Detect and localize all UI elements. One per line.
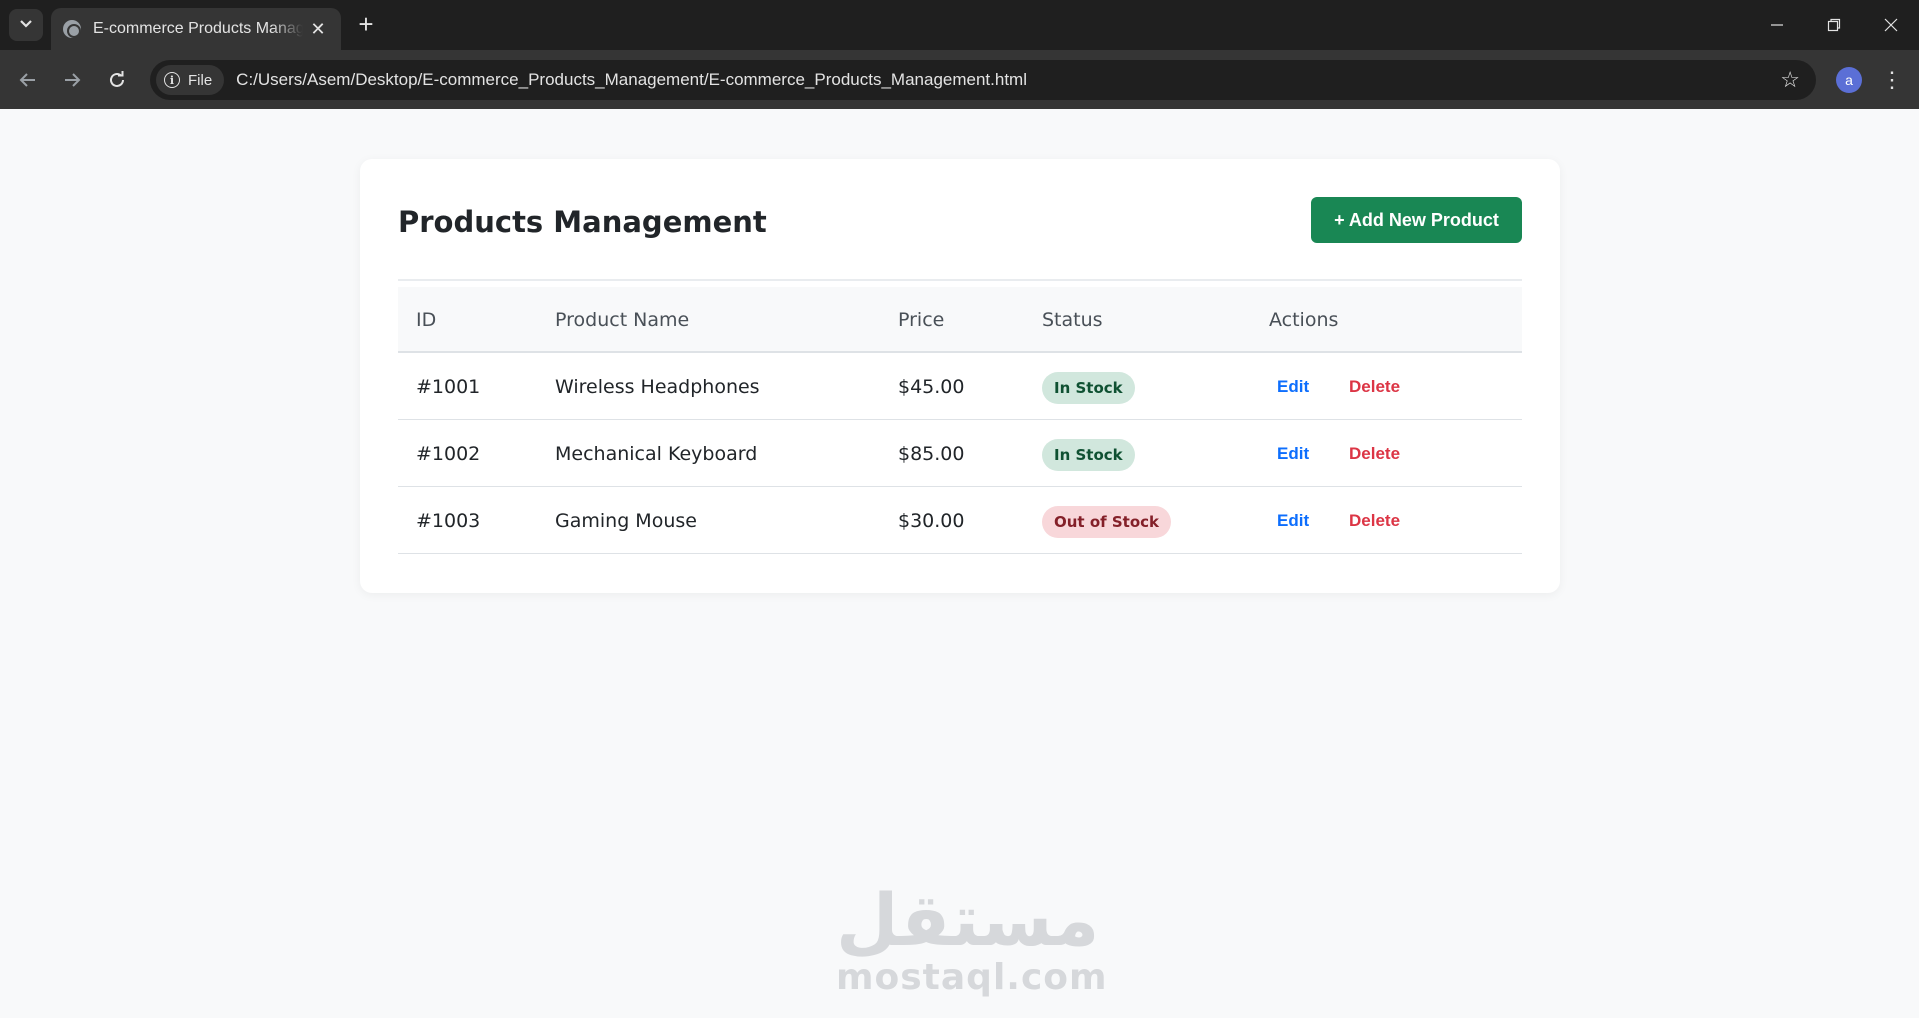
table-row: #1001 Wireless Headphones $45.00 In Stoc… (398, 353, 1522, 420)
browser-toolbar: i File C:/Users/Asem/Desktop/E-commerce_… (0, 50, 1919, 109)
add-new-product-button[interactable]: + Add New Product (1311, 197, 1522, 243)
watermark-arabic: مستقل (836, 878, 1100, 962)
product-id: #1003 (416, 510, 481, 532)
header-product-name: Product Name (555, 309, 690, 331)
edit-button[interactable]: Edit (1277, 511, 1309, 531)
header-actions: Actions (1269, 309, 1339, 331)
product-name: Gaming Mouse (555, 510, 697, 532)
page-title: Products Management (398, 205, 767, 239)
table-header-row: ID Product Name Price Status Actions (398, 287, 1522, 353)
products-table: ID Product Name Price Status Actions #10… (398, 287, 1522, 554)
browser-tab-bar: E-commerce Products Management ✕ + (0, 0, 1919, 50)
products-card: Products Management + Add New Product ID… (360, 159, 1560, 593)
delete-button[interactable]: Delete (1349, 444, 1400, 464)
plus-icon[interactable]: + (352, 11, 380, 37)
status-badge: In Stock (1042, 372, 1135, 404)
address-bar[interactable]: i File C:/Users/Asem/Desktop/E-commerce_… (150, 60, 1816, 100)
product-id: #1001 (416, 376, 481, 398)
close-window-icon[interactable] (1876, 10, 1906, 40)
kebab-menu-icon[interactable]: ⋮ (1880, 65, 1904, 95)
status-badge: In Stock (1042, 439, 1135, 471)
site-info-label: File (188, 71, 213, 89)
arrow-left-icon[interactable] (12, 64, 44, 96)
header-status: Status (1042, 309, 1103, 331)
close-icon[interactable]: ✕ (307, 19, 329, 40)
product-id: #1002 (416, 443, 481, 465)
header-id: ID (416, 309, 437, 331)
chevron-down-icon (19, 16, 33, 34)
edit-button[interactable]: Edit (1277, 377, 1309, 397)
site-info-chip[interactable]: i File (156, 65, 225, 95)
tab-title: E-commerce Products Management (93, 20, 303, 37)
restore-icon[interactable] (1819, 10, 1849, 40)
header-price: Price (898, 309, 945, 331)
globe-icon (63, 20, 81, 38)
delete-button[interactable]: Delete (1349, 377, 1400, 397)
url-text[interactable]: C:/Users/Asem/Desktop/E-commerce_Product… (236, 70, 1027, 90)
reload-icon[interactable] (101, 64, 133, 96)
browser-tab[interactable]: E-commerce Products Management ✕ (51, 8, 341, 50)
product-price: $30.00 (898, 510, 965, 532)
watermark-latin: mostaql.com (836, 957, 1108, 998)
product-price: $85.00 (898, 443, 965, 465)
avatar[interactable]: a (1836, 67, 1862, 93)
status-badge: Out of Stock (1042, 506, 1172, 538)
product-name: Mechanical Keyboard (555, 443, 758, 465)
card-header: Products Management + Add New Product (398, 197, 1522, 281)
table-row: #1002 Mechanical Keyboard $85.00 In Stoc… (398, 420, 1522, 487)
minimize-icon[interactable] (1762, 10, 1792, 40)
watermark: مستقل mostaql.com (836, 878, 1108, 998)
edit-button[interactable]: Edit (1277, 444, 1309, 464)
tab-search-button[interactable] (9, 9, 43, 41)
product-price: $45.00 (898, 376, 965, 398)
delete-button[interactable]: Delete (1349, 511, 1400, 531)
product-name: Wireless Headphones (555, 376, 760, 398)
arrow-right-icon[interactable] (56, 64, 88, 96)
table-row: #1003 Gaming Mouse $30.00 Out of Stock E… (398, 487, 1522, 554)
info-icon: i (164, 72, 180, 88)
star-icon[interactable]: ☆ (1780, 67, 1800, 93)
